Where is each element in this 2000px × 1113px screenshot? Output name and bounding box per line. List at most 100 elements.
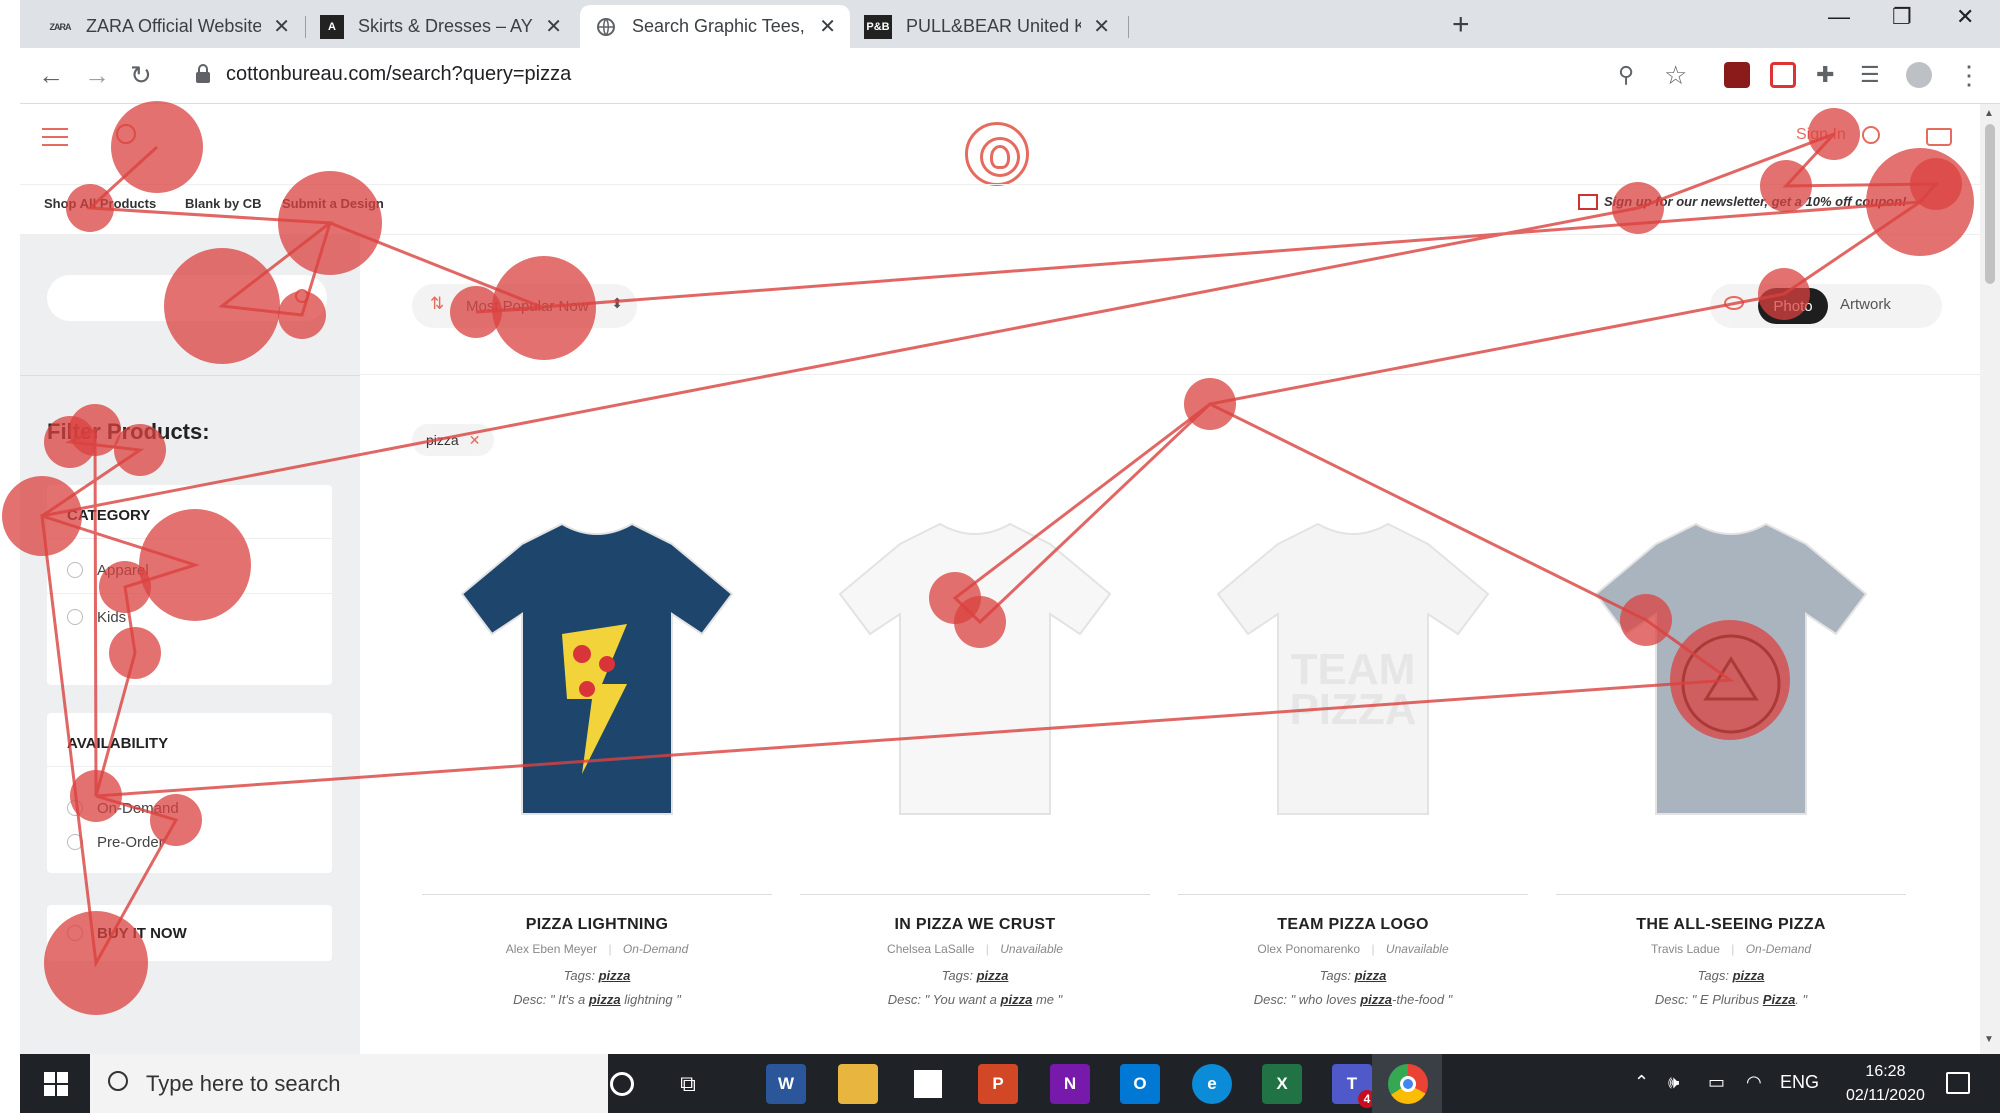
scroll-down-arrow-icon[interactable]: ▼ <box>1984 1034 1994 1045</box>
product-name[interactable]: THE ALL-SEEING PIZZA <box>1546 916 1916 934</box>
wifi-icon[interactable]: ◠ <box>1746 1072 1762 1093</box>
back-arrow-icon[interactable]: ← <box>38 60 64 91</box>
onenote-icon[interactable]: N <box>1050 1064 1090 1104</box>
product-card[interactable]: TEAM PIZZA TEAM PIZZA LOGO Olex Ponomaren… <box>1168 484 1538 1007</box>
filter-option-apparel[interactable]: Apparel <box>47 553 332 587</box>
filter-option-pre-order[interactable]: Pre-Order <box>47 825 332 859</box>
product-artist[interactable]: Chelsea LaSalle <box>887 942 974 956</box>
zoom-icon[interactable]: ⚲ <box>1618 62 1634 88</box>
product-meta: Olex Ponomarenko | Unavailable <box>1168 942 1538 956</box>
new-tab-plus-icon[interactable]: + <box>1452 8 1470 42</box>
address-bar[interactable]: cottonbureau.com/search?query=pizza <box>226 63 571 86</box>
edge-icon[interactable]: e <box>1192 1064 1232 1104</box>
search-icon[interactable] <box>116 124 136 144</box>
taskbar-search-input[interactable]: Type here to search <box>90 1054 608 1113</box>
radio-button[interactable] <box>67 800 83 816</box>
reload-icon[interactable]: ↻ <box>130 60 152 91</box>
extensions-puzzle-icon[interactable]: ✚ <box>1816 62 1834 88</box>
restore-icon[interactable]: ❐ <box>1892 4 1912 30</box>
nav-shop-all-products[interactable]: Shop All Products <box>44 196 156 211</box>
product-name[interactable]: TEAM PIZZA LOGO <box>1168 916 1538 934</box>
chrome-icon[interactable] <box>1388 1064 1428 1104</box>
outlook-icon[interactable]: O <box>1120 1064 1160 1104</box>
cart-icon[interactable] <box>1926 128 1952 146</box>
excel-icon[interactable]: X <box>1262 1064 1302 1104</box>
product-tshirt-image[interactable] <box>790 484 1160 864</box>
more-menu-icon[interactable]: ⋮ <box>1956 60 1982 91</box>
user-icon[interactable] <box>1862 126 1880 144</box>
taskbar-clock[interactable]: 16:28 02/11/2020 <box>1846 1060 1925 1108</box>
product-artist[interactable]: Alex Eben Meyer <box>506 942 597 956</box>
windows-start-icon[interactable] <box>44 1072 68 1096</box>
product-card[interactable]: IN PIZZA WE CRUST Chelsea LaSalle | Unav… <box>790 484 1160 1007</box>
checkbox[interactable] <box>67 925 83 941</box>
meta-separator: | <box>985 942 989 956</box>
profile-avatar-icon[interactable] <box>1906 62 1932 88</box>
tab-cotton-bureau[interactable]: Search Graphic Tees, Hoodies, an ✕ <box>580 5 850 48</box>
pocket-extension-icon[interactable] <box>1770 62 1796 88</box>
view-photo-button[interactable]: Photo <box>1758 288 1828 324</box>
scrollbar-thumb[interactable] <box>1985 124 1995 284</box>
hamburger-menu-icon[interactable] <box>42 128 68 152</box>
product-artist[interactable]: Olex Ponomarenko <box>1257 942 1360 956</box>
radio-button[interactable] <box>67 834 83 850</box>
scroll-up-arrow-icon[interactable]: ▲ <box>1984 108 1994 119</box>
notifications-icon[interactable] <box>1946 1072 1970 1094</box>
word-icon[interactable]: W <box>766 1064 806 1104</box>
sort-dropdown[interactable]: ⇅ Most Popular Now ⬍ <box>412 284 637 328</box>
product-tag-link[interactable]: pizza <box>1355 968 1387 983</box>
close-icon[interactable]: ✕ <box>1093 14 1110 39</box>
newsletter-link[interactable]: Sign up for our newsletter, get a 10% of… <box>1604 194 1906 209</box>
page-scrollbar[interactable]: ▲ ▼ <box>1980 104 2000 1054</box>
media-queue-icon[interactable]: ☰ <box>1860 62 1880 88</box>
sign-in-link[interactable]: Sign In <box>1796 126 1846 144</box>
cotton-bureau-logo[interactable] <box>965 122 1029 186</box>
chevron-up-icon[interactable]: ⌃ <box>1634 1072 1649 1093</box>
volume-icon[interactable]: 🕪 <box>1668 1072 1679 1093</box>
radio-button[interactable] <box>67 609 83 625</box>
view-artwork-button[interactable]: Artwork <box>1840 296 1891 313</box>
pdf-extension-icon[interactable] <box>1724 62 1750 88</box>
product-tag-link[interactable]: pizza <box>599 968 631 983</box>
file-explorer-icon[interactable] <box>838 1064 878 1104</box>
battery-icon[interactable]: ▭ <box>1708 1072 1725 1093</box>
language-indicator[interactable]: ENG <box>1780 1072 1819 1093</box>
product-tshirt-image[interactable] <box>412 484 782 864</box>
product-card[interactable]: PIZZA LIGHTNING Alex Eben Meyer | On-Dem… <box>412 484 782 1007</box>
minimize-icon[interactable]: — <box>1828 4 1850 30</box>
product-card[interactable]: THE ALL-SEEING PIZZA Travis Ladue | On-D… <box>1546 484 1916 1007</box>
powerpoint-icon[interactable]: P <box>978 1064 1018 1104</box>
forward-arrow-icon[interactable]: → <box>84 60 110 91</box>
product-tshirt-image[interactable] <box>1546 484 1916 864</box>
radio-button[interactable] <box>67 562 83 578</box>
tab-zara[interactable]: ZARA ZARA Official Website ✕ <box>34 5 304 48</box>
product-tshirt-image[interactable]: TEAMPIZZA <box>1168 484 1538 864</box>
filter-option-kids[interactable]: Kids <box>47 600 332 634</box>
search-icon[interactable] <box>295 289 309 303</box>
product-name[interactable]: IN PIZZA WE CRUST <box>790 916 1160 934</box>
product-tag-link[interactable]: pizza <box>1733 968 1765 983</box>
remove-tag-icon[interactable]: ✕ <box>469 432 481 449</box>
product-tag-link[interactable]: pizza <box>977 968 1009 983</box>
task-view-icon[interactable]: ⧉ <box>668 1064 708 1104</box>
nav-blank-by-cb[interactable]: Blank by CB <box>185 196 262 211</box>
sidebar-search-input[interactable] <box>47 275 327 321</box>
card-divider <box>1556 894 1906 895</box>
nav-submit-a-design[interactable]: Submit a Design <box>282 196 384 211</box>
close-icon[interactable]: ✕ <box>545 14 562 39</box>
close-icon[interactable]: ✕ <box>819 14 836 39</box>
teams-icon[interactable]: T4 <box>1332 1064 1376 1108</box>
window-close-icon[interactable]: ✕ <box>1956 4 1974 30</box>
cortana-icon[interactable] <box>610 1072 634 1096</box>
tab-ayr[interactable]: A Skirts & Dresses – AYR ✕ <box>306 5 576 48</box>
filter-option-buy-it-now[interactable]: BUY IT NOW <box>47 905 332 961</box>
store-icon[interactable] <box>908 1064 948 1104</box>
close-icon[interactable]: ✕ <box>273 14 290 39</box>
filter-option-on-demand[interactable]: On-Demand <box>47 791 332 825</box>
tab-pull-and-bear[interactable]: P&B PULL&BEAR United Kingdom | Tr ✕ <box>850 5 1124 48</box>
buy-it-now-filter[interactable]: BUY IT NOW <box>47 905 332 961</box>
bookmark-star-icon[interactable]: ☆ <box>1664 60 1687 91</box>
product-name[interactable]: PIZZA LIGHTNING <box>412 916 782 934</box>
search-tag-chip[interactable]: pizza ✕ <box>412 424 495 456</box>
product-artist[interactable]: Travis Ladue <box>1651 942 1720 956</box>
